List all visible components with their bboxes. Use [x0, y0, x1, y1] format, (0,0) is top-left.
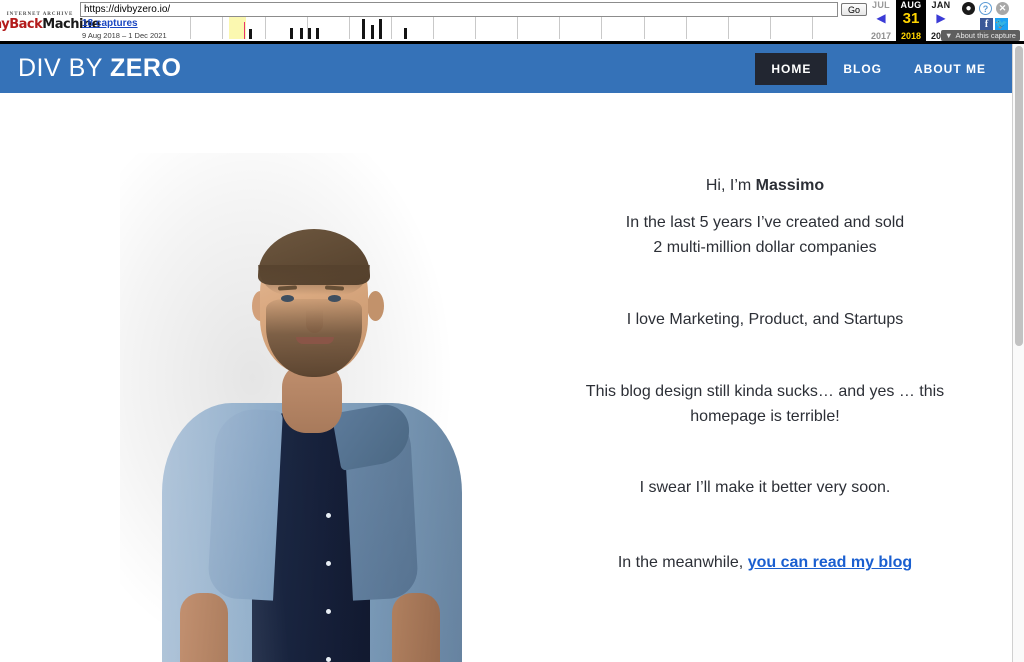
- scrollbar-thumb[interactable]: [1015, 46, 1023, 346]
- timeline-segment-15: [812, 17, 814, 39]
- timeline-capture-bar-7[interactable]: [371, 25, 375, 39]
- prev-capture-arrow-icon[interactable]: ◀: [876, 11, 885, 26]
- wayback-machine-toolbar: INTERNET ARCHIVE WayBackMachine https://…: [0, 0, 1024, 44]
- current-month-column[interactable]: AUG 31 2018: [896, 0, 926, 41]
- eye-left: [281, 295, 294, 302]
- nav-item-blog[interactable]: BLOG: [827, 53, 898, 85]
- hair-fade: [258, 265, 370, 295]
- design-line-2: homepage is terrible!: [690, 408, 840, 425]
- site-header: DIV BY ZERO HOME BLOG ABOUT ME: [0, 44, 1012, 93]
- timeline-capture-bar-4[interactable]: [307, 28, 311, 39]
- meanwhile-paragraph: In the meanwhile, you can read my blog: [540, 550, 990, 575]
- timeline-segment-10: [601, 17, 603, 39]
- timeline-segment-2: [265, 17, 267, 39]
- captures-count-link[interactable]: 18 captures: [82, 18, 188, 30]
- portrait-photo: [110, 93, 510, 662]
- timeline-capture-bar-5[interactable]: [315, 28, 319, 39]
- experience-line-1: In the last 5 years I’ve created and sol…: [625, 214, 905, 231]
- shirt-button-4: [326, 657, 331, 662]
- current-year-label: 2018: [900, 31, 922, 41]
- nose-shape: [306, 309, 323, 333]
- help-icon[interactable]: ?: [979, 2, 992, 15]
- shirt-button-2: [326, 561, 331, 566]
- person-icon[interactable]: ●: [962, 2, 975, 15]
- main-navigation: HOME BLOG ABOUT ME: [755, 44, 1002, 93]
- arm-right: [392, 593, 440, 662]
- intro-prefix: Hi, I’m: [705, 177, 756, 194]
- site-brand-logo[interactable]: DIV BY ZERO: [18, 54, 181, 83]
- capture-timeline-sparkline[interactable]: [190, 17, 838, 41]
- nav-item-home[interactable]: HOME: [755, 52, 828, 85]
- timeline-segment-6: [433, 17, 434, 39]
- experience-line-2: 2 multi-million dollar companies: [653, 239, 877, 256]
- interests-paragraph: I love Marketing, Product, and Startups: [626, 311, 904, 328]
- about-caret-icon: ▼: [945, 31, 953, 40]
- shirt-button-3: [326, 609, 331, 614]
- timeline-segment-7: [475, 17, 477, 39]
- about-this-capture-label: About this capture: [955, 31, 1016, 40]
- timeline-segment-13: [727, 17, 729, 39]
- brand-bold-part: ZERO: [109, 54, 182, 82]
- wordmark-wayback: WayBack: [0, 16, 43, 32]
- wayback-logo[interactable]: INTERNET ARCHIVE WayBackMachine: [0, 1, 100, 41]
- nav-item-about-me[interactable]: ABOUT ME: [898, 53, 1002, 85]
- timeline-segment-9: [559, 17, 561, 39]
- timeline-capture-bar-0[interactable]: [243, 22, 246, 39]
- page-body: Hi, I’m Massimo In the last 5 years I’ve…: [0, 93, 1012, 662]
- timeline-segment-5: [390, 17, 392, 39]
- wayback-url-value: https://divbyzero.io/: [84, 4, 171, 15]
- timeline-segment-11: [643, 17, 645, 39]
- meanwhile-prefix: In the meanwhile,: [617, 554, 748, 571]
- timeline-segment-14: [769, 17, 771, 39]
- timeline-segment-12: [685, 17, 687, 39]
- timeline-capture-bar-1[interactable]: [248, 29, 252, 39]
- mouth-shape: [296, 337, 334, 344]
- prev-year-label: 2017: [870, 31, 892, 41]
- design-disclaimer-paragraph: This blog design still kinda sucks… and …: [540, 379, 990, 429]
- timeline-segment-0: [190, 17, 191, 39]
- page-scrollbar[interactable]: [1012, 44, 1024, 662]
- design-line-1: This blog design still kinda sucks… and …: [585, 383, 945, 400]
- wayback-url-input[interactable]: https://divbyzero.io/: [80, 2, 838, 17]
- ear-right: [367, 291, 384, 321]
- about-this-capture-button[interactable]: ▼ About this capture: [941, 30, 1020, 41]
- experience-paragraph: In the last 5 years I’ve created and sol…: [540, 210, 990, 260]
- timeline-capture-bar-9[interactable]: [403, 28, 407, 39]
- timeline-segment-1: [222, 17, 224, 39]
- captures-summary: 18 captures 9 Aug 2018 – 1 Dec 2021: [82, 18, 188, 41]
- next-month-label: JAN: [931, 0, 951, 10]
- toolbar-icon-group: ● ? ✕: [962, 2, 1009, 15]
- timeline-segment-8: [517, 17, 519, 39]
- shirt-button-1: [326, 513, 331, 518]
- close-icon[interactable]: ✕: [996, 2, 1009, 15]
- intro-greeting: Hi, I’m Massimo: [540, 173, 990, 198]
- promise-paragraph: I swear I’ll make it better very soon.: [639, 479, 891, 496]
- person-illustration: [140, 213, 480, 662]
- timeline-capture-bar-8[interactable]: [379, 19, 383, 39]
- wayback-go-button[interactable]: Go: [841, 3, 867, 16]
- current-day-label: 31: [902, 10, 920, 27]
- timeline-segment-4: [348, 17, 350, 39]
- timeline-capture-bar-2[interactable]: [290, 28, 294, 39]
- captures-date-range: 9 Aug 2018 – 1 Dec 2021: [82, 31, 167, 40]
- intro-text-column: Hi, I’m Massimo In the last 5 years I’ve…: [540, 93, 990, 662]
- timeline-capture-bar-6[interactable]: [362, 19, 366, 39]
- intro-name: Massimo: [755, 177, 825, 194]
- brand-light-part: DIV BY: [18, 54, 110, 82]
- prev-month-column[interactable]: JUL ◀ 2017: [866, 0, 896, 41]
- read-my-blog-link[interactable]: you can read my blog: [748, 554, 912, 571]
- eye-right: [328, 295, 341, 302]
- timeline-capture-bar-3[interactable]: [300, 28, 304, 39]
- next-capture-arrow-icon[interactable]: ▶: [936, 11, 945, 26]
- arm-left: [180, 593, 228, 662]
- prev-month-label: JUL: [872, 0, 890, 10]
